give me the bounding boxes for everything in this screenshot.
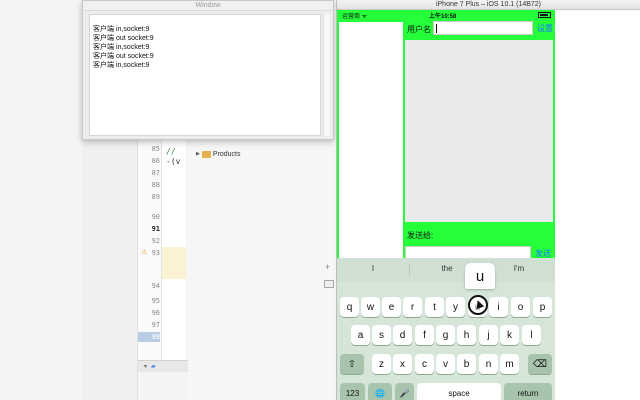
- suggestion-divider: [409, 264, 410, 276]
- status-time: 上午10:58: [429, 14, 457, 20]
- key-i[interactable]: i: [489, 297, 508, 317]
- delete-icon[interactable]: ⌫: [528, 354, 552, 374]
- debug-bar: ▾ ▰: [138, 360, 188, 372]
- code-line: -(v: [166, 157, 181, 166]
- breakpoint-line-number[interactable]: 98: [138, 332, 160, 342]
- key-v[interactable]: v: [436, 354, 455, 374]
- key-k[interactable]: k: [500, 325, 519, 345]
- key-l[interactable]: l: [522, 325, 541, 345]
- numbers-key[interactable]: 123: [340, 383, 365, 400]
- line-number: 92: [151, 237, 160, 245]
- warning-icon[interactable]: ⚠: [141, 248, 147, 256]
- key-p[interactable]: p: [533, 297, 552, 317]
- shift-icon[interactable]: ⇧: [340, 354, 364, 374]
- carrier-label: 运营商 ᯤ: [342, 14, 368, 20]
- key-n[interactable]: n: [479, 354, 498, 374]
- app-screen: 运营商 ᯤ 上午10:58 用户名 设置 发送给: 发送 I the I'm q…: [337, 10, 555, 400]
- desktop: 85 86 87 88 89 90 91 92 93 94 95 96 97 9…: [0, 0, 640, 400]
- suggestion-item[interactable]: I: [353, 264, 393, 273]
- key-w[interactable]: w: [361, 297, 380, 317]
- key-b[interactable]: b: [457, 354, 476, 374]
- key-g[interactable]: g: [436, 325, 455, 345]
- log-line: 客户端 in,socket:9: [93, 26, 150, 33]
- disclosure-triangle-icon[interactable]: ▶: [196, 151, 200, 157]
- simulator-margin: [555, 10, 640, 400]
- message-area[interactable]: [405, 40, 553, 222]
- key-x[interactable]: x: [393, 354, 412, 374]
- key-e[interactable]: e: [382, 297, 401, 317]
- line-number: 87: [151, 169, 160, 177]
- key-c[interactable]: c: [415, 354, 434, 374]
- key-s[interactable]: s: [372, 325, 391, 345]
- log-output[interactable]: 客户端 in,socket:9 客户端 out socket:9 客户端 in,…: [89, 14, 321, 136]
- line-number: 94: [151, 282, 160, 290]
- line-number: 85: [151, 145, 160, 153]
- return-key[interactable]: return: [504, 383, 552, 400]
- globe-icon[interactable]: 🌐: [368, 383, 392, 400]
- space-key[interactable]: space: [417, 383, 501, 400]
- set-button[interactable]: 设置: [537, 23, 553, 34]
- line-number: 88: [151, 181, 160, 189]
- log-window: Window 客户端 in,socket:9 客户端 out socket:9 …: [82, 0, 334, 140]
- log-line: 客户端 out socket:9: [93, 53, 154, 60]
- status-bar: 运营商 ᯤ 上午10:58: [337, 10, 555, 20]
- filter-icon[interactable]: ▾: [144, 363, 147, 370]
- suggestion-item[interactable]: the: [427, 264, 467, 273]
- text-caret: [436, 24, 437, 33]
- line-number: 96: [151, 309, 160, 317]
- folder-icon: [201, 150, 211, 158]
- username-label: 用户名: [407, 25, 431, 34]
- key-q[interactable]: q: [340, 297, 359, 317]
- username-input[interactable]: [433, 21, 533, 35]
- nav-item-products[interactable]: ▶ Products: [196, 148, 240, 160]
- line-number: 89: [151, 193, 160, 201]
- key-a[interactable]: a: [351, 325, 370, 345]
- ios-simulator: iPhone 7 Plus – iOS 10.1 (14B72) 运营商 ᯤ 上…: [336, 0, 640, 400]
- send-to-label: 发送给:: [407, 231, 434, 240]
- line-number: 86: [151, 157, 160, 165]
- battery-icon: [538, 12, 551, 18]
- online-users-list[interactable]: [339, 22, 403, 259]
- key-j[interactable]: j: [479, 325, 498, 345]
- suggestion-bar: I the I'm: [337, 258, 555, 282]
- line-number: 91: [151, 225, 160, 233]
- line-number: 95: [151, 297, 160, 305]
- line-number: 90: [151, 213, 160, 221]
- key-y[interactable]: y: [446, 297, 465, 317]
- microphone-icon[interactable]: 🎤: [395, 383, 414, 400]
- add-icon[interactable]: +: [325, 262, 330, 272]
- ios-keyboard: I the I'm q w e r t y u i o p a s: [337, 258, 555, 400]
- key-m[interactable]: m: [500, 354, 519, 374]
- log-scrollbar[interactable]: [323, 14, 330, 136]
- log-line: 客户端 out socket:9: [93, 35, 154, 42]
- code-comment: //: [166, 147, 176, 156]
- line-number: 97: [151, 321, 160, 329]
- remove-button[interactable]: [324, 280, 334, 288]
- key-h[interactable]: h: [457, 325, 476, 345]
- suggestion-item[interactable]: I'm: [499, 264, 539, 273]
- key-o[interactable]: o: [511, 297, 530, 317]
- xcode-left-pane: [82, 140, 138, 400]
- key-r[interactable]: r: [403, 297, 422, 317]
- log-line: 客户端 in,socket:9: [93, 44, 150, 51]
- key-z[interactable]: z: [372, 354, 391, 374]
- key-popup: u: [465, 263, 495, 289]
- nav-item-label: Products: [212, 150, 241, 158]
- key-d[interactable]: d: [393, 325, 412, 345]
- warning-highlight: [162, 247, 186, 279]
- simulator-title: iPhone 7 Plus – iOS 10.1 (14B72): [337, 0, 640, 10]
- window-title: Window: [83, 1, 333, 11]
- breakpoint-toggle-icon[interactable]: ▰: [151, 363, 156, 370]
- project-navigator: [187, 140, 333, 400]
- key-f[interactable]: f: [415, 325, 434, 345]
- key-t[interactable]: t: [425, 297, 444, 317]
- log-line: 客户端 in,socket:9: [93, 62, 150, 69]
